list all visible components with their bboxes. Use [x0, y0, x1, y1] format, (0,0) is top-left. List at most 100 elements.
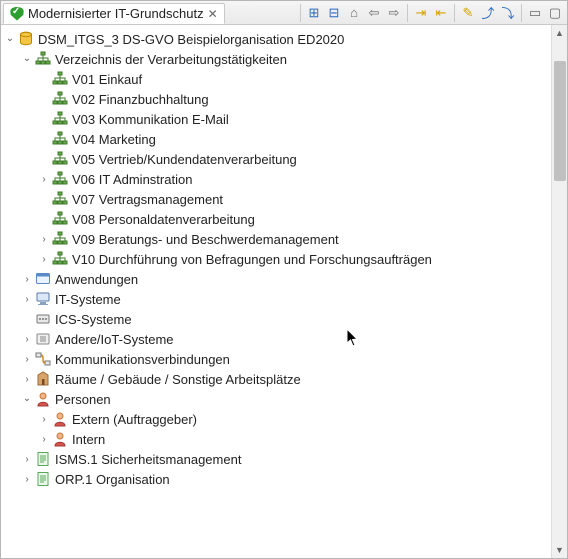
no-twisty: · — [20, 312, 34, 326]
view-maximize-button[interactable]: ▢ — [545, 3, 565, 23]
tree-row[interactable]: · V04 Marketing — [3, 129, 551, 149]
collapse-icon: ⊟ — [329, 5, 340, 21]
chevron-down-icon[interactable]: ⌄ — [3, 31, 17, 45]
view-tab-title: Modernisierter IT-Grundschutz — [28, 6, 204, 21]
scroll-up-button[interactable]: ▲ — [552, 25, 567, 41]
tree-item-label: ISMS.1 Sicherheitsmanagement — [55, 452, 241, 467]
chevron-right-icon[interactable]: › — [20, 352, 34, 366]
expand-icon: ⊞ — [309, 5, 320, 21]
back-button[interactable]: ⇦ — [364, 3, 384, 23]
tree-row[interactable]: ›Räume / Gebäude / Sonstige Arbeitsplätz… — [3, 369, 551, 389]
minimize-icon: ▭ — [529, 5, 541, 21]
tree-row[interactable]: ·V02 Finanzbuchhaltung — [3, 89, 551, 109]
export-icon: ⤴ — [481, 3, 494, 22]
no-twisty: · — [37, 92, 51, 106]
import-button[interactable]: ⤵ — [498, 3, 518, 23]
tree-row[interactable]: ⌄DSM_ITGS_3 DS-GVO Beispielorganisation … — [3, 29, 551, 49]
separator — [454, 4, 455, 22]
no-twisty: · — [37, 152, 51, 166]
tree-row[interactable]: › ISMS.1 Sicherheitsmanagement — [3, 449, 551, 469]
tree-row[interactable]: ·V08 Personaldatenverarbeitung — [3, 209, 551, 229]
new-element-button[interactable]: ✎ — [458, 3, 478, 23]
org-icon — [52, 171, 68, 187]
chevron-right-icon[interactable]: › — [37, 232, 51, 246]
iot-icon — [35, 331, 51, 347]
export-button[interactable]: ⤴ — [478, 3, 498, 23]
org-icon — [52, 211, 68, 227]
tree-row[interactable]: › IT-Systeme — [3, 289, 551, 309]
chevron-right-icon[interactable]: › — [20, 292, 34, 306]
tree-view[interactable]: ⌄DSM_ITGS_3 DS-GVO Beispielorganisation … — [1, 25, 551, 558]
org-icon — [52, 131, 68, 147]
tree-row[interactable]: ⌄ Personen — [3, 389, 551, 409]
room-icon — [35, 371, 51, 387]
tree-row[interactable]: ⌄ Verzeichnis der Verarbeitungstätigkeite… — [3, 49, 551, 69]
close-icon[interactable]: ✕ — [208, 7, 218, 21]
chevron-down-icon[interactable]: ⌄ — [20, 391, 34, 405]
tree-row[interactable]: › V10 Durchführung von Befragungen und Fo… — [3, 249, 551, 269]
separator — [521, 4, 522, 22]
tree-item-label: V05 Vertrieb/Kundendatenverarbeitung — [72, 152, 297, 167]
ics-icon — [35, 311, 51, 327]
person-icon — [52, 411, 68, 427]
home-button[interactable]: ⌂ — [344, 3, 364, 23]
tree-row[interactable]: ·V01 Einkauf — [3, 69, 551, 89]
tree-row[interactable]: ·ICS-Systeme — [3, 309, 551, 329]
maximize-icon: ▢ — [549, 5, 561, 21]
tree-row[interactable]: ·V03 Kommunikation E-Mail — [3, 109, 551, 129]
tree-row[interactable]: · V05 Vertrieb/Kundendatenverarbeitung — [3, 149, 551, 169]
tree-item-label: Anwendungen — [55, 272, 138, 287]
link-back-button[interactable]: ⇤ — [431, 3, 451, 23]
chevron-right-icon[interactable]: › — [20, 272, 34, 286]
chevron-right-icon[interactable]: › — [37, 172, 51, 186]
chevron-right-icon[interactable]: › — [37, 412, 51, 426]
tree-row[interactable]: ›V09 Beratungs- und Beschwerdemanagement — [3, 229, 551, 249]
tree-item-label: V10 Durchführung von Befragungen und For… — [72, 252, 432, 267]
chevron-right-icon[interactable]: › — [20, 452, 34, 466]
chevron-right-icon[interactable]: › — [20, 472, 34, 486]
tree-item-label: V08 Personaldatenverarbeitung — [72, 212, 255, 227]
forward-icon: ⇨ — [389, 5, 400, 21]
tree-item-label: V06 IT Adminstration — [72, 172, 192, 187]
org-icon — [52, 251, 68, 267]
tree-row[interactable]: ›Intern — [3, 429, 551, 449]
tree-row[interactable]: › Anwendungen — [3, 269, 551, 289]
tree-item-label: V04 Marketing — [72, 132, 156, 147]
tree-row[interactable]: › Kommunikationsverbindungen — [3, 349, 551, 369]
no-twisty: · — [37, 72, 51, 86]
chevron-right-icon[interactable]: › — [20, 372, 34, 386]
doc-icon — [35, 471, 51, 487]
tree-row[interactable]: ›Extern (Auftraggeber) — [3, 409, 551, 429]
collapse-all-button[interactable]: ⊟ — [324, 3, 344, 23]
tree-row[interactable]: › V06 IT Adminstration — [3, 169, 551, 189]
doc-icon — [35, 451, 51, 467]
separator — [300, 4, 301, 22]
app-icon — [35, 271, 51, 287]
link-with-editor-button[interactable]: ⇥ — [411, 3, 431, 23]
org-icon — [35, 51, 51, 67]
view-tab[interactable]: Modernisierter IT-Grundschutz ✕ — [3, 3, 225, 24]
vertical-scrollbar[interactable]: ▲ ▼ — [551, 25, 567, 558]
org-icon — [52, 191, 68, 207]
tree-row[interactable]: ·V07 Vertragsmanagement — [3, 189, 551, 209]
tree-item-label: Verzeichnis der Verarbeitungstätigkeiten — [55, 52, 287, 67]
chevron-right-icon[interactable]: › — [37, 252, 51, 266]
sys-icon — [35, 291, 51, 307]
view-minimize-button[interactable]: ▭ — [525, 3, 545, 23]
no-twisty: · — [37, 132, 51, 146]
no-twisty: · — [37, 192, 51, 206]
tree-item-label: Personen — [55, 392, 111, 407]
expand-all-button[interactable]: ⊞ — [304, 3, 324, 23]
chevron-down-icon[interactable]: ⌄ — [20, 51, 34, 65]
forward-button[interactable]: ⇨ — [384, 3, 404, 23]
chevron-right-icon[interactable]: › — [20, 332, 34, 346]
tree-row[interactable]: ›Andere/IoT-Systeme — [3, 329, 551, 349]
chevron-right-icon[interactable]: › — [37, 432, 51, 446]
scroll-down-button[interactable]: ▼ — [552, 542, 567, 558]
tree-item-label: IT-Systeme — [55, 292, 121, 307]
view-toolbar: Modernisierter IT-Grundschutz ✕ ⊞ ⊟ ⌂ ⇦ … — [1, 1, 567, 25]
tree-row[interactable]: ›ORP.1 Organisation — [3, 469, 551, 489]
tree-item-label: Kommunikationsverbindungen — [55, 352, 230, 367]
import-icon: ⤵ — [501, 3, 514, 22]
scroll-thumb[interactable] — [554, 61, 566, 181]
